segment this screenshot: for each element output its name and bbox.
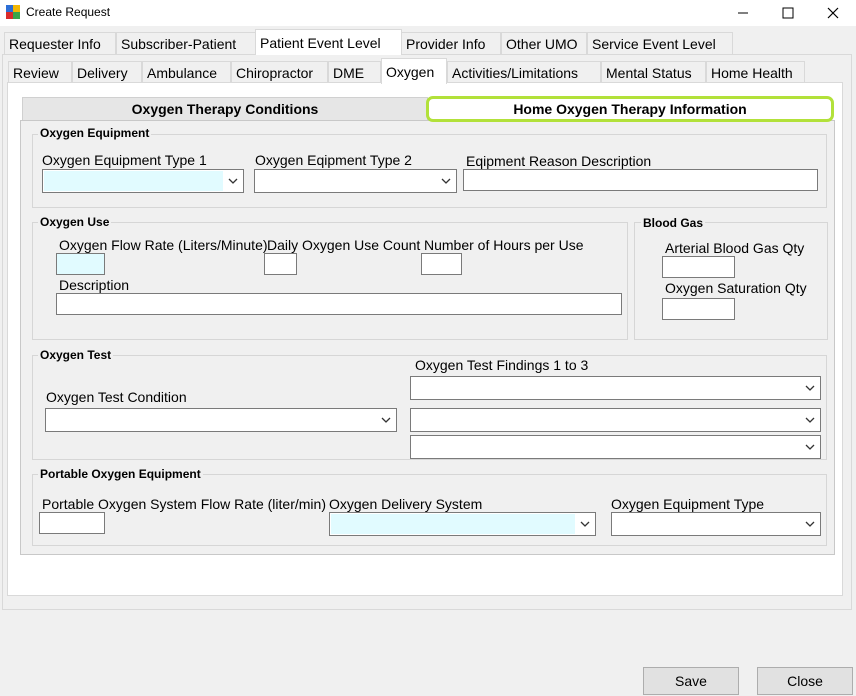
tab-patient-event-level[interactable]: Patient Event Level: [255, 29, 402, 55]
blood-gas-title: Blood Gas: [641, 216, 706, 230]
chevron-down-icon[interactable]: [575, 513, 595, 535]
test-finding-1-value: [412, 378, 800, 398]
tab-requester-info[interactable]: Requester Info: [4, 32, 116, 54]
delivery-system-value: [331, 514, 575, 534]
portable-oxygen-title: Portable Oxygen Equipment: [38, 467, 203, 481]
test-condition-value: [47, 410, 376, 430]
chevron-down-icon[interactable]: [800, 436, 820, 458]
close-icon[interactable]: [810, 0, 856, 26]
tab-home-oxygen-therapy-information[interactable]: Home Oxygen Therapy Information: [426, 96, 834, 122]
tab-activities-limitations[interactable]: Activities/Limitations: [447, 61, 601, 83]
portable-equipment-type-select[interactable]: [611, 512, 821, 536]
test-condition-select[interactable]: [45, 408, 397, 432]
main-tab-strip: Requester Info Subscriber-Patient Patien…: [4, 29, 744, 56]
test-finding-2-select[interactable]: [410, 408, 821, 432]
equipment-type2-value: [256, 171, 436, 191]
tab-ambulance[interactable]: Ambulance: [142, 61, 231, 83]
oxygen-test-title: Oxygen Test: [38, 348, 114, 362]
daily-use-label: Daily Oxygen Use Count: [267, 237, 421, 253]
description-input[interactable]: [56, 293, 622, 315]
tab-chiropractor[interactable]: Chiropractor: [231, 61, 328, 83]
chevron-down-icon[interactable]: [800, 377, 820, 399]
equipment-reason-label: Eqipment Reason Description: [466, 153, 652, 169]
chevron-down-icon[interactable]: [800, 409, 820, 431]
tab-service-event-level[interactable]: Service Event Level: [587, 32, 733, 54]
tab-other-umo[interactable]: Other UMO: [501, 32, 587, 54]
oxygen-equipment-title: Oxygen Equipment: [38, 126, 152, 140]
test-condition-label: Oxygen Test Condition: [46, 389, 187, 405]
tab-oxygen[interactable]: Oxygen: [381, 58, 447, 84]
test-finding-3-select[interactable]: [410, 435, 821, 459]
delivery-system-label: Oxygen Delivery System: [329, 496, 483, 512]
equipment-type1-label: Oxygen Equipment Type 1: [42, 152, 207, 168]
portable-equipment-type-value: [613, 514, 800, 534]
portable-equipment-type-label: Oxygen Equipment Type: [611, 496, 765, 512]
tab-dme[interactable]: DME: [328, 61, 381, 83]
test-finding-2-value: [412, 410, 800, 430]
maximize-icon[interactable]: [765, 0, 811, 26]
tab-mental-status[interactable]: Mental Status: [601, 61, 706, 83]
tab-provider-info[interactable]: Provider Info: [401, 32, 501, 54]
flow-rate-label: Oxygen Flow Rate (Liters/Minute): [59, 237, 268, 253]
tab-home-health[interactable]: Home Health: [706, 61, 805, 83]
chevron-down-icon[interactable]: [376, 409, 396, 431]
portable-flow-label: Portable Oxygen System Flow Rate (liter/…: [42, 496, 326, 512]
equipment-type1-value: [44, 171, 223, 191]
description-label: Description: [59, 277, 130, 293]
delivery-system-select[interactable]: [329, 512, 596, 536]
tab-review[interactable]: Review: [8, 61, 72, 83]
portable-flow-input[interactable]: [39, 512, 105, 534]
daily-use-input[interactable]: [264, 253, 297, 275]
oxygen-saturation-input[interactable]: [662, 298, 735, 320]
tab-oxygen-therapy-conditions[interactable]: Oxygen Therapy Conditions: [22, 97, 428, 120]
equipment-type2-label: Oxygen Eqipment Type 2: [255, 152, 412, 168]
arterial-blood-gas-input[interactable]: [662, 256, 735, 278]
test-finding-3-value: [412, 437, 800, 457]
minimize-icon[interactable]: [720, 0, 766, 26]
title-bar: Create Request: [0, 0, 856, 26]
chevron-down-icon[interactable]: [436, 170, 456, 192]
window-title: Create Request: [26, 5, 111, 19]
chevron-down-icon[interactable]: [800, 513, 820, 535]
test-finding-1-select[interactable]: [410, 376, 821, 400]
tab-delivery[interactable]: Delivery: [72, 61, 142, 83]
equipment-type2-select[interactable]: [254, 169, 457, 193]
create-request-window: Create Request Requester Info Subscriber…: [0, 0, 856, 696]
equipment-reason-input[interactable]: [463, 169, 818, 191]
oxygen-saturation-label: Oxygen Saturation Qty: [665, 280, 807, 296]
save-button[interactable]: Save: [643, 667, 739, 695]
test-findings-label: Oxygen Test Findings 1 to 3: [415, 357, 589, 373]
oxygen-use-title: Oxygen Use: [38, 215, 112, 229]
hours-per-use-input[interactable]: [421, 253, 462, 275]
close-button[interactable]: Close: [757, 667, 853, 695]
arterial-blood-gas-label: Arterial Blood Gas Qty: [665, 240, 805, 256]
chevron-down-icon[interactable]: [223, 170, 243, 192]
equipment-type1-select[interactable]: [42, 169, 244, 193]
app-icon: [6, 5, 20, 19]
flow-rate-input[interactable]: [56, 253, 105, 275]
hours-per-use-label: Number of Hours per Use: [424, 237, 584, 253]
tab-subscriber-patient[interactable]: Subscriber-Patient: [116, 32, 256, 54]
